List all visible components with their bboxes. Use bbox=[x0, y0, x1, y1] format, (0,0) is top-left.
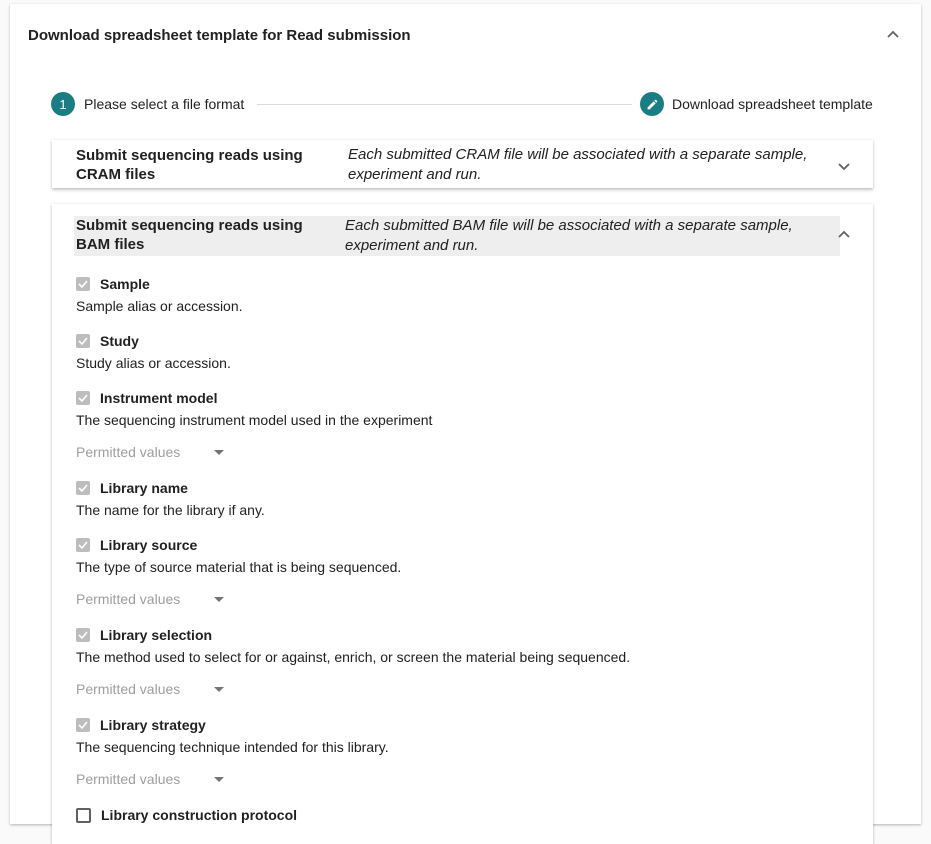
instrument-model-select[interactable]: Permitted values bbox=[76, 441, 236, 463]
field-name: Sample bbox=[100, 276, 150, 292]
library-strategy-select[interactable]: Permitted values bbox=[76, 768, 236, 790]
library-construction-protocol-checkbox[interactable] bbox=[76, 807, 91, 823]
bam-panel-description: Each submitted BAM file will be associat… bbox=[345, 217, 793, 254]
sample-checkbox[interactable] bbox=[76, 277, 90, 291]
check-icon bbox=[78, 631, 88, 640]
step-2-label[interactable]: Download spreadsheet template bbox=[672, 96, 873, 112]
field-name: Study bbox=[100, 333, 139, 349]
instrument-model-checkbox[interactable] bbox=[76, 391, 90, 405]
field-name: Instrument model bbox=[100, 390, 218, 406]
dropdown-arrow-icon bbox=[214, 596, 224, 602]
cram-panel-title: Submit sequencing reads using CRAM files bbox=[76, 147, 303, 183]
cram-panel[interactable]: Submit sequencing reads using CRAM files… bbox=[52, 140, 873, 188]
bam-panel-title: Submit sequencing reads using BAM files bbox=[76, 217, 303, 253]
field-description: The sequencing technique intended for th… bbox=[76, 739, 389, 755]
field-sample: Sample Sample alias or accession. bbox=[76, 274, 856, 314]
field-description: The type of source material that is bein… bbox=[76, 559, 402, 575]
field-description: The name for the library if any. bbox=[76, 502, 265, 518]
field-study: Study Study alias or accession. bbox=[76, 331, 856, 371]
field-name: Library strategy bbox=[100, 717, 206, 733]
library-strategy-checkbox[interactable] bbox=[76, 718, 90, 732]
pencil-icon[interactable] bbox=[640, 92, 664, 116]
cram-panel-description: Each submitted CRAM file will be associa… bbox=[348, 146, 808, 183]
library-selection-select[interactable]: Permitted values bbox=[76, 678, 236, 700]
field-name: Library selection bbox=[100, 627, 213, 643]
field-library-name: Library name The name for the library if… bbox=[76, 478, 856, 518]
check-icon bbox=[78, 484, 88, 493]
study-checkbox[interactable] bbox=[76, 334, 90, 348]
chevron-up-icon[interactable] bbox=[883, 24, 903, 44]
chevron-up-icon[interactable] bbox=[834, 224, 854, 244]
field-library-selection: Library selection The method used to sel… bbox=[76, 625, 856, 665]
check-icon bbox=[78, 280, 88, 289]
chevron-down-icon[interactable] bbox=[834, 156, 854, 176]
check-icon bbox=[78, 394, 88, 403]
field-name: Library source bbox=[100, 537, 198, 553]
field-name: Library construction protocol bbox=[101, 807, 298, 823]
library-name-checkbox[interactable] bbox=[76, 481, 90, 495]
step-1-indicator[interactable]: 1 bbox=[51, 92, 75, 116]
step-1-label[interactable]: Please select a file format bbox=[84, 96, 244, 112]
library-selection-checkbox[interactable] bbox=[76, 628, 90, 642]
dropdown-arrow-icon bbox=[214, 449, 224, 455]
dropdown-arrow-icon bbox=[214, 686, 224, 692]
field-description: The method used to select for or against… bbox=[76, 649, 631, 665]
field-instrument-model: Instrument model The sequencing instrume… bbox=[76, 388, 856, 428]
field-name: Library name bbox=[100, 480, 188, 496]
check-icon bbox=[78, 721, 88, 730]
bam-panel: Submit sequencing reads using BAM files … bbox=[52, 204, 873, 844]
field-description: The sequencing instrument model used in … bbox=[76, 412, 433, 428]
check-icon bbox=[78, 337, 88, 346]
read-template-card: Download spreadsheet template for Read s… bbox=[10, 4, 921, 844]
card-title: Download spreadsheet template for Read s… bbox=[28, 27, 411, 44]
field-library-construction-protocol: Library construction protocol bbox=[76, 805, 856, 825]
field-library-source: Library source The type of source materi… bbox=[76, 535, 856, 575]
check-icon bbox=[78, 541, 88, 550]
library-source-select[interactable]: Permitted values bbox=[76, 588, 236, 610]
field-description: Sample alias or accession. bbox=[76, 298, 243, 314]
field-library-strategy: Library strategy The sequencing techniqu… bbox=[76, 715, 856, 755]
stepper-connector bbox=[257, 104, 632, 105]
field-description: Study alias or accession. bbox=[76, 355, 231, 371]
dropdown-arrow-icon bbox=[214, 776, 224, 782]
library-source-checkbox[interactable] bbox=[76, 538, 90, 552]
